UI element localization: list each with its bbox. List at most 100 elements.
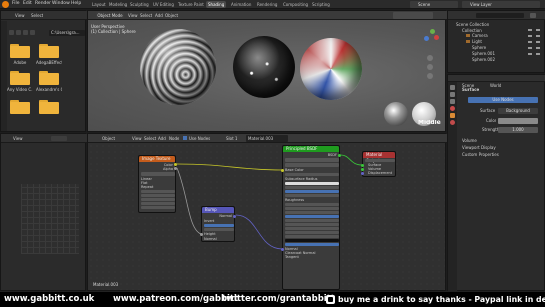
extension-dropdown[interactable]: Repeat (141, 185, 173, 189)
tab-texture-paint[interactable]: Texture Paint (176, 1, 206, 8)
menu-help[interactable]: Help (71, 1, 81, 6)
shader-menu-view[interactable]: View (132, 136, 142, 141)
tab-scripting[interactable]: Scripting (310, 1, 332, 8)
sphere-colorful[interactable] (300, 38, 362, 100)
tab-animation[interactable]: Animation (229, 1, 253, 8)
world-properties-icon[interactable] (450, 106, 455, 111)
field-subsurface-color[interactable] (285, 182, 339, 185)
section-custom-properties[interactable]: Custom Properties (462, 152, 499, 157)
menu-render[interactable]: Render (35, 1, 51, 6)
render-properties-icon[interactable] (450, 85, 455, 90)
socket-base-color-in[interactable] (281, 169, 284, 172)
menu-window[interactable]: Window (52, 1, 70, 6)
filter-icon[interactable] (530, 13, 536, 18)
world-selector[interactable] (460, 75, 544, 76)
field-alpha[interactable] (285, 243, 339, 246)
socket-bump-height-in[interactable] (200, 233, 203, 236)
file-browser-view-menu[interactable]: View (15, 13, 25, 18)
field-ior[interactable] (285, 227, 339, 230)
gizmo-y-icon[interactable] (430, 29, 435, 34)
field-metallic[interactable] (285, 186, 339, 189)
sphere-speckled[interactable] (233, 36, 295, 98)
gizmo-x-icon[interactable] (434, 35, 439, 40)
tab-uv-editing[interactable]: UV Editing (151, 1, 176, 8)
blender-logo-icon[interactable] (2, 1, 9, 8)
surface-dropdown[interactable]: Background (498, 108, 538, 114)
outliner-item[interactable]: Light (472, 39, 482, 44)
image-field-1[interactable] (141, 194, 175, 197)
field-anisotropic[interactable] (285, 203, 339, 206)
folder-icon[interactable] (39, 100, 59, 114)
shader-editor[interactable]: Object View Select Add Node Use Nodes Sl… (87, 133, 447, 291)
image-preview[interactable] (141, 172, 175, 176)
outliner-item[interactable]: Camera (472, 33, 488, 38)
new-image-button[interactable] (51, 136, 67, 141)
principled-bsdf-node[interactable]: Principled BSDF BSDF Base Color Subsurfa… (281, 145, 341, 290)
bump-invert[interactable]: Invert (204, 219, 232, 223)
visibility-eye-icon[interactable] (528, 29, 532, 59)
tab-layout[interactable]: Layout (90, 1, 108, 8)
field-specular-tint[interactable] (285, 194, 339, 197)
folder-icon[interactable] (39, 71, 59, 85)
socket-alpha-out[interactable] (174, 167, 177, 170)
field-specular[interactable] (285, 190, 339, 193)
section-viewport-display[interactable]: Viewport Display (462, 145, 496, 150)
material-field[interactable]: Material.003 (246, 135, 288, 142)
image-field-4[interactable] (141, 206, 175, 209)
nav-back-icon[interactable] (9, 30, 14, 35)
nav-parent-icon[interactable] (23, 30, 28, 35)
outliner-item[interactable]: Sphere.001 (472, 51, 495, 56)
scene-properties-icon[interactable] (450, 99, 455, 104)
viewport-menu-view[interactable]: View (128, 13, 138, 18)
scene-selector[interactable]: Scene (410, 1, 458, 8)
folder-icon[interactable] (39, 44, 59, 58)
object-mode-dropdown[interactable]: Object Mode (96, 12, 124, 19)
image-field-2[interactable] (141, 198, 175, 201)
slot-dropdown[interactable]: Slot 1 (226, 136, 237, 141)
tab-modeling[interactable]: Modeling (107, 1, 129, 8)
viewport-menu-object[interactable]: Object (165, 13, 178, 18)
outliner-item[interactable]: Sphere.002 (472, 57, 495, 62)
section-volume[interactable]: Volume (462, 138, 477, 143)
field-clearcoat-roughness[interactable] (285, 223, 339, 226)
camera-view-icon[interactable] (427, 73, 433, 79)
socket-volume-in[interactable] (361, 168, 364, 171)
tab-compositing[interactable]: Compositing (281, 1, 310, 8)
image-editor-view-menu[interactable]: View (13, 136, 23, 141)
field-transmission-roughness[interactable] (285, 235, 339, 238)
field-sheen[interactable] (285, 211, 339, 214)
field-sheen-tint[interactable] (285, 215, 339, 218)
path-field[interactable]: C:\Users\gra... (49, 30, 85, 36)
field-anisotropic-rotation[interactable] (285, 207, 339, 210)
bump-strength-field[interactable] (204, 224, 234, 227)
folder-icon[interactable] (10, 100, 30, 114)
image-texture-node[interactable]: Image Texture Color Alpha Linear Flat Re… (138, 155, 177, 213)
outliner-item[interactable]: Sphere (472, 45, 486, 50)
use-nodes-checkbox[interactable] (183, 136, 187, 140)
shader-menu-add[interactable]: Add (158, 136, 166, 141)
menu-file[interactable]: File (12, 1, 20, 6)
folder-icon[interactable] (10, 71, 30, 85)
field-emission[interactable] (285, 239, 339, 242)
image-source-field[interactable] (141, 190, 175, 193)
tab-rendering[interactable]: Rendering (255, 1, 279, 8)
socket-displacement-in[interactable] (361, 172, 364, 175)
nav-refresh-icon[interactable] (30, 30, 35, 35)
image-field-3[interactable] (141, 202, 175, 205)
strength-field[interactable]: 1.000 (498, 127, 538, 133)
object-properties-icon[interactable] (450, 113, 455, 118)
field-transmission[interactable] (285, 231, 339, 234)
view-layer-selector[interactable]: View Layer (462, 1, 540, 8)
distribution-dropdown[interactable] (285, 158, 339, 162)
field-subsurface[interactable] (285, 173, 339, 176)
shader-menu-node[interactable]: Node (169, 136, 179, 141)
socket-bsdf-out[interactable] (338, 154, 341, 157)
socket-bump-normal-out[interactable] (233, 215, 236, 218)
sphere-zebra[interactable] (140, 29, 216, 105)
tab-shading[interactable]: Shading (206, 1, 227, 8)
outliner-scene-collection[interactable]: Scene Collection (456, 22, 489, 27)
section-surface[interactable]: Surface (462, 87, 479, 92)
menu-edit[interactable]: Edit (23, 1, 32, 6)
pan-icon[interactable] (427, 64, 433, 70)
gizmo-z-icon[interactable] (424, 36, 429, 41)
